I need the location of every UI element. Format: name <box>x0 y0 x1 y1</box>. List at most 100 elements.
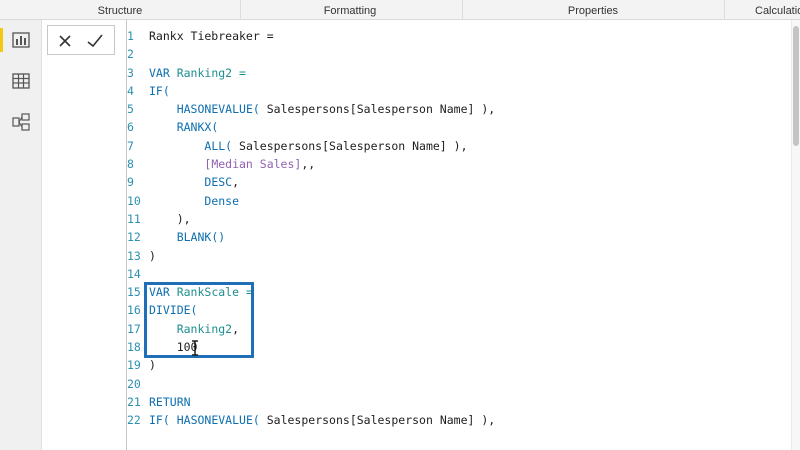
code-token: [Median Sales] <box>204 157 302 172</box>
line-number: 18 <box>127 340 141 355</box>
code-token: DESC <box>204 175 233 190</box>
code-token: Salespersons[Salesperson Name] ), <box>232 138 468 153</box>
formula-commit-controls <box>47 25 115 55</box>
code-token: ) <box>149 358 156 373</box>
code-text: IF( HASONEVALUE( Salespersons[Salesperso… <box>143 411 495 429</box>
code-text: ) <box>143 247 156 265</box>
code-token: RETURN <box>149 394 191 409</box>
code-line[interactable]: 2 <box>126 45 790 63</box>
model-view-icon[interactable] <box>11 112 31 132</box>
line-number: 19 <box>127 358 141 373</box>
code-text: [Median Sales],, <box>143 155 315 173</box>
code-token: ) <box>149 248 156 263</box>
line-number: 4 <box>127 83 134 98</box>
vertical-scrollbar[interactable] <box>791 20 800 450</box>
highlight-box <box>144 282 254 358</box>
line-number: 7 <box>127 138 134 153</box>
code-line[interactable]: 3 VAR Ranking2 = <box>126 64 790 82</box>
code-line[interactable]: 13) <box>126 247 790 265</box>
line-number: 14 <box>127 266 141 281</box>
tab-formatting[interactable]: Formatting <box>270 0 430 20</box>
code-text: HASONEVALUE( Salespersons[Salesperson Na… <box>143 100 496 118</box>
code-token: IF( <box>149 83 170 98</box>
ribbon-divider <box>724 0 725 20</box>
code-token: Salespersons[Salesperson Name] ), <box>259 413 496 428</box>
tab-structure[interactable]: Structure <box>40 0 200 20</box>
line-number: 16 <box>127 303 141 318</box>
view-rail <box>0 20 42 450</box>
code-text: RANKX( <box>143 118 219 136</box>
line-number: 9 <box>127 175 134 190</box>
line-number: 13 <box>127 248 141 263</box>
code-text: Rankx Tiebreaker = <box>143 27 274 45</box>
line-number: 3 <box>127 65 134 80</box>
dax-formula-editor[interactable]: 1 Rankx Tiebreaker = 2 3 VAR Ranking2 = 4 IF( 5… <box>126 27 790 430</box>
code-token: Dense <box>204 193 240 208</box>
code-line[interactable]: 7 ALL( Salespersons[Salesperson Name] ), <box>126 137 790 155</box>
code-token: RANKX( <box>176 120 219 135</box>
line-number: 21 <box>127 394 141 409</box>
code-token: HASONEVALUE( <box>176 413 260 428</box>
line-number: 22 <box>127 413 141 428</box>
code-token: Ranking2 = <box>176 65 246 80</box>
tab-calculations[interactable]: Calculations <box>735 0 800 20</box>
report-view-icon[interactable] <box>11 30 31 50</box>
close-icon[interactable] <box>54 30 76 52</box>
code-line[interactable]: 21 RETURN <box>126 393 790 411</box>
code-line[interactable]: 12 BLANK() <box>126 228 790 246</box>
ribbon-tab-bar: Structure Formatting Properties Calculat… <box>0 0 800 20</box>
line-number: 8 <box>127 157 134 172</box>
code-token: ALL( <box>204 138 233 153</box>
code-token: ,, <box>301 157 316 172</box>
ribbon-divider <box>240 0 241 20</box>
line-number: 11 <box>127 211 141 226</box>
code-line[interactable]: 6 RANKX( <box>126 118 790 136</box>
line-number: 5 <box>127 102 134 117</box>
code-line[interactable]: 8 [Median Sales],, <box>126 155 790 173</box>
code-line[interactable]: 1 Rankx Tiebreaker = <box>126 27 790 45</box>
code-text: IF( <box>143 82 170 100</box>
code-line[interactable]: 20 <box>126 375 790 393</box>
code-line[interactable]: 11 ), <box>126 210 790 228</box>
code-line[interactable]: 9 DESC, <box>126 173 790 191</box>
scrollbar-thumb[interactable] <box>793 26 799 146</box>
code-text: ALL( Salespersons[Salesperson Name] ), <box>143 137 468 155</box>
code-text: ) <box>143 356 156 374</box>
active-view-marker <box>0 28 3 52</box>
code-text: Dense <box>143 192 239 210</box>
line-number: 1 <box>127 29 134 43</box>
code-text: RETURN <box>143 393 191 411</box>
code-token: Rankx Tiebreaker = <box>149 29 274 43</box>
code-line[interactable]: 5 HASONEVALUE( Salespersons[Salesperson … <box>126 100 790 118</box>
code-line[interactable]: 10 Dense <box>126 192 790 210</box>
line-number: 15 <box>127 285 141 300</box>
code-token: ), <box>149 211 191 226</box>
code-text: VAR Ranking2 = <box>143 64 246 82</box>
code-token: VAR <box>149 65 177 80</box>
code-line[interactable]: 4 IF( <box>126 82 790 100</box>
line-number: 10 <box>127 193 141 208</box>
code-token: , <box>232 175 240 190</box>
line-number: 17 <box>127 321 141 336</box>
line-number: 2 <box>127 47 134 62</box>
code-line[interactable]: 19) <box>126 356 790 374</box>
text-cursor-icon <box>191 340 199 356</box>
code-line[interactable]: 14 <box>126 265 790 283</box>
code-token: HASONEVALUE( <box>176 102 260 117</box>
line-number: 20 <box>127 376 141 391</box>
code-token: Salespersons[Salesperson Name] ), <box>259 102 496 117</box>
tab-properties[interactable]: Properties <box>513 0 673 20</box>
line-number: 12 <box>127 230 141 245</box>
data-view-icon[interactable] <box>11 71 31 91</box>
checkmark-icon[interactable] <box>84 30 106 52</box>
code-text: BLANK() <box>143 228 225 246</box>
line-number: 6 <box>127 120 134 135</box>
code-line[interactable]: 22 IF( HASONEVALUE( Salespersons[Salesper… <box>126 411 790 429</box>
code-token: BLANK() <box>176 230 226 245</box>
